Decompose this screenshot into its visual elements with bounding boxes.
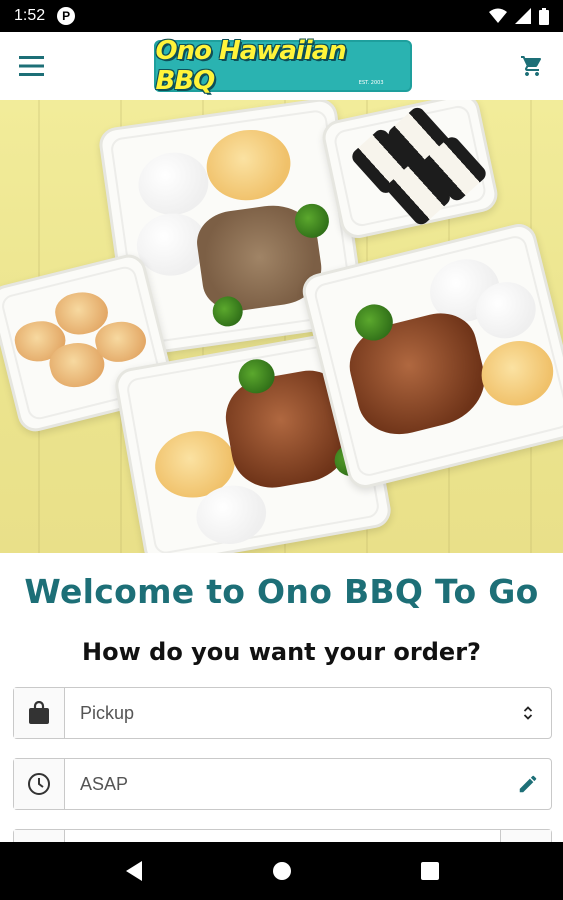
menu-icon[interactable]	[18, 55, 46, 77]
recents-icon[interactable]	[420, 862, 439, 880]
order-time-addon	[14, 759, 65, 809]
welcome-title: Welcome to Ono BBQ To Go	[24, 572, 539, 611]
clock-icon	[28, 773, 50, 795]
status-bar: 1:52 P	[0, 0, 563, 32]
edit-pencil-icon	[519, 775, 537, 793]
hero-food-image	[0, 100, 563, 553]
shopping-bag-icon	[29, 701, 49, 724]
brand-logo[interactable]: Ono Hawaiian BBQ EST. 2003	[153, 36, 412, 96]
select-arrows	[505, 688, 551, 738]
order-type-addon	[14, 688, 65, 738]
order-time-value: ASAP	[80, 773, 129, 794]
plate-musubi	[319, 100, 501, 242]
select-chevron-icon	[523, 706, 533, 720]
back-icon[interactable]	[124, 860, 144, 882]
app-bar: Ono Hawaiian BBQ EST. 2003	[0, 32, 563, 100]
status-time: 1:52	[14, 7, 46, 24]
order-question: How do you want your order?	[82, 638, 481, 666]
edit-time-button[interactable]	[505, 759, 551, 809]
battery-icon	[539, 7, 549, 25]
logo-text: Ono Hawaiian BBQ	[155, 36, 347, 96]
order-time-field[interactable]: ASAP	[13, 758, 552, 810]
logo-est: EST. 2003	[358, 80, 384, 86]
cart-icon[interactable]	[519, 54, 545, 78]
notification-p-icon: P	[57, 7, 76, 25]
order-type-value: Pickup	[80, 702, 135, 723]
system-nav-bar	[0, 842, 563, 900]
home-icon[interactable]	[272, 861, 292, 881]
order-type-select[interactable]: Pickup	[13, 687, 552, 739]
wifi-icon	[489, 8, 507, 23]
signal-icon	[515, 8, 531, 24]
